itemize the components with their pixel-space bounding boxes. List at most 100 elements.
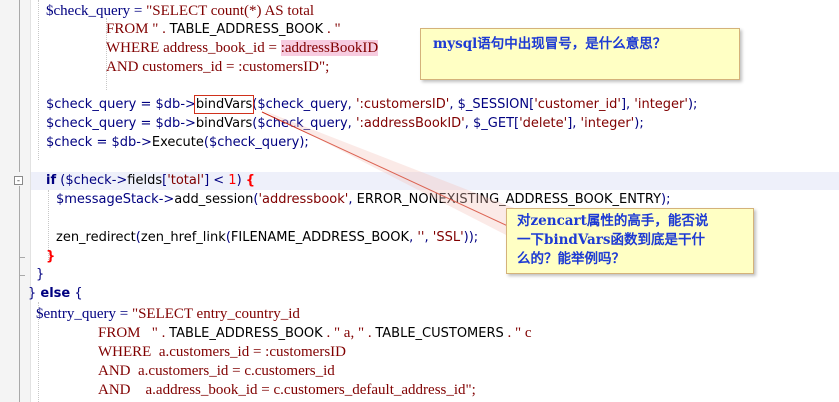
code-token: else (40, 286, 71, 301)
code-line: } (46, 248, 55, 266)
code-token: $check (46, 135, 93, 150)
code-token: ERROR_NONEXISTING_ADDRESS_BOOK_ENTRY (356, 192, 662, 207)
code-line: $check = $db->Execute($check_query); (46, 134, 309, 152)
fold-toggle-icon[interactable]: - (14, 176, 23, 186)
code-token: ); (299, 135, 309, 150)
code-token: $_GET (473, 116, 515, 131)
code-token: FROM " . (98, 325, 170, 341)
code-token: } (36, 267, 45, 282)
code-token: AND a.customers_id = c.customers_id (98, 363, 335, 379)
code-token: . " a, " . (322, 325, 376, 341)
code-token: :addressBookID (280, 40, 379, 56)
code-token: AND customers_id = :customersID"; (106, 59, 330, 75)
code-token: , (424, 230, 433, 245)
code-token: WHERE a.customers_id = :customersID (98, 344, 346, 360)
code-token: 'integer' (634, 97, 688, 112)
code-token: } (46, 249, 56, 264)
callout-bindvars-question: 对zencart属性的高手，能否说 一下bindVars函数到底是干什 么的？能… (506, 208, 754, 274)
callout-text-line: 一下bindVars函数到底是干什 (517, 232, 706, 248)
code-line: $check_query = $db->bindVars($check_quer… (46, 115, 644, 133)
callout-text-line: 对zencart属性的高手，能否说 (517, 213, 709, 229)
code-token: FROM " . (106, 21, 170, 37)
code-token: 'customer_id' (534, 97, 621, 112)
code-token: } (28, 286, 41, 301)
code-line: WHERE a.customers_id = :customersID (98, 343, 346, 361)
code-token: FILENAME_ADDRESS_BOOK (230, 230, 410, 245)
code-token: add_session (174, 192, 254, 207)
code-token: $check_query (257, 97, 348, 112)
code-token: $entry_query (36, 306, 116, 322)
code-token: WHERE address_book_id = (106, 40, 281, 56)
callout-mysql-colon-question: mysql语句中出现冒号，是什么意思？ (420, 28, 740, 80)
code-token: -> (180, 116, 196, 131)
fold-end-tick (19, 275, 25, 276)
code-token: 'addressbook' (258, 192, 349, 207)
code-token: ':addressBookID' (355, 116, 465, 131)
code-token: { (245, 173, 256, 188)
code-token: ] < (204, 173, 229, 188)
code-token: = (115, 306, 132, 322)
code-token: 'SSL' (432, 230, 464, 245)
code-token: $check_query (46, 3, 131, 19)
code-token: 'delete' (519, 116, 568, 131)
code-token: ':customersID' (355, 97, 450, 112)
code-token: -> (180, 97, 196, 112)
code-token: ( (56, 173, 66, 188)
fold-guide-line (19, 186, 20, 402)
code-token: ); (661, 192, 671, 207)
code-token: ], (567, 116, 581, 131)
code-token: $messageStack (56, 192, 159, 207)
code-token: $check_query (257, 116, 348, 131)
fold-end-tick (19, 257, 25, 258)
code-token: $db (155, 116, 181, 131)
code-line: WHERE address_book_id = :addressBookID (106, 39, 379, 57)
indent-guide (38, 0, 39, 160)
code-token: $check_query (208, 135, 300, 150)
code-line: if ($check->fields['total'] < 1) { (46, 172, 255, 190)
code-token: = (92, 135, 112, 150)
code-token: = (136, 116, 156, 131)
code-token: -> (136, 135, 152, 150)
code-token: , (449, 97, 458, 112)
code-token: $check_query (46, 116, 137, 131)
code-token: zen_redirect (56, 230, 136, 245)
code-token: -> (158, 192, 175, 207)
code-token: { (70, 286, 83, 301)
code-token: ], (620, 97, 635, 112)
code-token: ); (634, 116, 644, 131)
code-token: = (130, 3, 147, 19)
code-token: $check (65, 173, 112, 188)
code-line: FROM " . TABLE_ADDRESS_BOOK . " a, " . T… (98, 324, 532, 342)
code-token: ); (687, 97, 698, 112)
code-line: } else { (28, 285, 83, 303)
code-token: $db (155, 97, 181, 112)
code-token: TABLE_CUSTOMERS (375, 326, 504, 341)
code-token: )); (463, 230, 479, 245)
fold-guide-line (19, 0, 20, 172)
code-token: 'total' (167, 173, 205, 188)
code-token: , (347, 116, 356, 131)
code-token: Execute (151, 135, 204, 150)
code-token: = (136, 97, 156, 112)
code-token: TABLE_ADDRESS_BOOK (169, 326, 323, 341)
code-token: TABLE_ADDRESS_BOOK (169, 22, 324, 37)
code-line: AND customers_id = :customersID"; (106, 58, 329, 76)
code-token: "SELECT count(*) AS total (146, 3, 315, 19)
code-token: ) (236, 173, 246, 188)
code-token: . " (323, 21, 341, 37)
code-token: , (347, 97, 356, 112)
code-line: $entry_query = "SELECT entry_country_id (36, 305, 300, 323)
code-line: $messageStack->add_session('addressbook'… (56, 191, 670, 209)
code-token: zen_href_link (140, 230, 226, 245)
callout-text: mysql语句中出现冒号，是什么意思？ (433, 36, 667, 52)
code-line: zen_redirect(zen_href_link(FILENAME_ADDR… (56, 229, 478, 247)
code-token: if (46, 173, 57, 188)
code-token: $check_query (46, 97, 137, 112)
code-line: AND a.customers_id = c.customers_id (98, 362, 335, 380)
code-line: } (36, 266, 44, 284)
code-token: -> (111, 173, 128, 188)
code-token: , (348, 192, 357, 207)
code-token: fields (127, 173, 163, 188)
code-line: $check_query = $db->bindVars($check_quer… (46, 95, 698, 114)
code-token: bindVars (193, 95, 255, 114)
